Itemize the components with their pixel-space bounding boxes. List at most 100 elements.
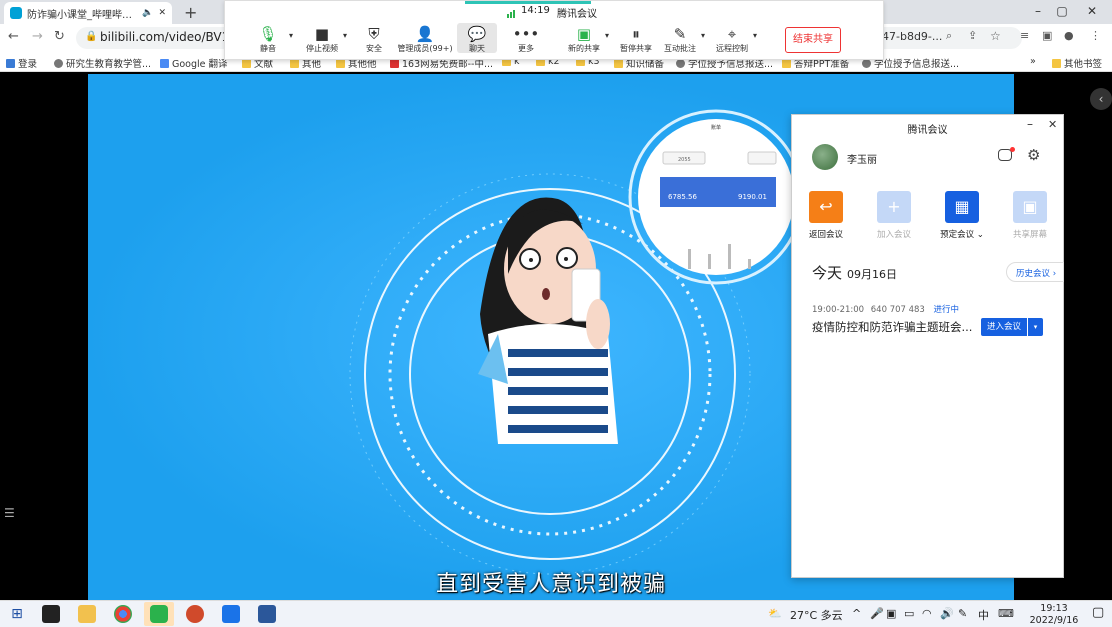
pause-share-icon: ⏸	[632, 25, 640, 43]
video-options-chevron-icon[interactable]: ▾	[343, 31, 347, 40]
keyboard-icon[interactable]: ⌨	[998, 607, 1014, 620]
meeting-status: 进行中	[933, 305, 960, 315]
file-explorer-icon[interactable]	[78, 605, 96, 623]
menu-icon[interactable]: ⋮	[1090, 29, 1101, 42]
shield-icon: ⛨	[368, 25, 380, 43]
bank-amount-1: 6785.56	[668, 193, 697, 201]
share-screen-button[interactable]: ▣	[1013, 191, 1047, 223]
today-label: 今天	[812, 264, 843, 282]
join-meeting-button[interactable]: +	[877, 191, 911, 223]
tencent-meeting-icon[interactable]	[222, 605, 240, 623]
today-date: 09月16日	[847, 268, 897, 281]
globe-icon	[54, 58, 63, 68]
return-arrow-icon: ↩	[819, 197, 833, 216]
bookmark-star-icon[interactable]: ☆	[990, 29, 1001, 43]
schedule-meeting-button[interactable]: ▦	[945, 191, 979, 223]
maximize-button[interactable]: ▢	[1052, 4, 1072, 18]
notification-icon[interactable]: ▢	[1092, 605, 1104, 620]
new-share-button[interactable]: ▣ 新的共享	[561, 25, 607, 54]
word-icon[interactable]	[258, 605, 276, 623]
tab-audio-icon[interactable]: 🔈	[142, 8, 153, 18]
stop-video-button[interactable]: ■ 停止视频	[299, 25, 345, 54]
meeting-time: 14:19	[521, 5, 550, 16]
weather-icon[interactable]: ⛅	[768, 607, 782, 620]
gear-icon[interactable]: ⚙	[1027, 146, 1040, 164]
annotate-options-chevron-icon[interactable]: ▾	[701, 31, 705, 40]
weather-text[interactable]: 27°C 多云	[790, 607, 843, 623]
sticky-notes-icon[interactable]	[42, 605, 60, 623]
more-icon: •••	[512, 25, 540, 43]
url-tail-text: 47-b8d9-...	[882, 30, 943, 43]
start-windows-icon[interactable]: ⊞	[8, 605, 26, 623]
end-share-button[interactable]: 结束共享	[785, 27, 841, 53]
pen-icon[interactable]: ✎	[958, 607, 967, 620]
schedule-meeting-label[interactable]: 预定会议 ⌄	[934, 228, 990, 240]
meeting-list-title[interactable]: 疫情防控和防范诈骗主题班会...	[812, 319, 974, 335]
tray-chevron-icon[interactable]: ^	[852, 607, 861, 620]
translate-icon[interactable]: ⌕	[946, 29, 952, 43]
camera-tray-icon[interactable]: ▣	[886, 607, 896, 620]
reload-icon[interactable]: ↻	[54, 29, 65, 44]
wechat-icon	[150, 605, 168, 623]
avatar[interactable]	[812, 144, 838, 170]
remote-control-button[interactable]: ⌖ 远程控制	[709, 25, 755, 54]
bank-tab-label: 2055	[678, 157, 691, 163]
minimize-button[interactable]: –	[1028, 4, 1048, 18]
manage-members-button[interactable]: 👤 管理成员(99+)	[397, 25, 453, 54]
bookmark-item[interactable]: 登录	[6, 56, 37, 70]
speaker-icon[interactable]: 🔊	[940, 607, 954, 620]
remote-options-chevron-icon[interactable]: ▾	[753, 31, 757, 40]
other-bookmarks[interactable]: 其他书签	[1052, 56, 1102, 70]
panel-close-button[interactable]: ✕	[1048, 118, 1057, 131]
share-icon[interactable]: ⇪	[968, 29, 977, 42]
share-screen-icon: ▣	[576, 25, 592, 43]
reading-list-icon[interactable]: ≡	[1020, 29, 1029, 42]
back-icon[interactable]: ←	[8, 29, 19, 44]
history-meetings-button[interactable]: 历史会议 ›	[1006, 262, 1064, 282]
enter-meeting-chevron-icon[interactable]: ▾	[1028, 318, 1043, 336]
share-options-chevron-icon[interactable]: ▾	[605, 31, 609, 40]
meeting-title: 腾讯会议	[557, 9, 597, 20]
user-name: 李玉丽	[847, 155, 877, 166]
annotate-button[interactable]: ✎ 互动批注	[657, 25, 703, 54]
mute-options-chevron-icon[interactable]: ▾	[289, 31, 293, 40]
chrome-icon[interactable]	[114, 605, 132, 623]
return-meeting-button[interactable]: ↩	[809, 191, 843, 223]
enter-meeting-button[interactable]: 进入会议	[981, 318, 1027, 336]
wifi-icon[interactable]: ◠	[922, 607, 932, 620]
ime-indicator[interactable]: 中	[978, 607, 989, 623]
forward-icon[interactable]: →	[32, 29, 43, 44]
tab-title: 防诈骗小课堂_哔哩哔哩_bilibili	[27, 9, 137, 21]
tencent-meeting-panel: 腾讯会议 – ✕ 李玉丽 ⚙ ↩ 返回会议 + 加入会议 ▦ 预定会议 ⌄ ▣ …	[791, 114, 1064, 578]
wechat-app-slot[interactable]	[144, 602, 174, 626]
security-button[interactable]: ⛨ 安全	[351, 25, 397, 54]
tab-close-icon[interactable]: ✕	[158, 8, 166, 18]
battery-icon[interactable]: ▭	[904, 607, 914, 620]
powerpoint-icon[interactable]	[186, 605, 204, 623]
chat-button[interactable]: 💬 聊天	[457, 23, 497, 53]
annotate-icon: ✎	[673, 25, 687, 43]
chat-icon: 💬	[467, 25, 487, 43]
bookmark-item[interactable]: 研究生教育教学管...	[54, 56, 151, 70]
remote-control-icon: ⌖	[727, 25, 737, 43]
translate-icon	[160, 58, 169, 68]
share-screen-label: 共享屏幕	[1012, 230, 1047, 240]
browser-tab[interactable]: 防诈骗小课堂_哔哩哔哩_bilibili 🔈 ✕	[4, 2, 172, 24]
new-tab-button[interactable]: +	[184, 3, 197, 22]
mute-button[interactable]: 🎙 静音	[245, 25, 291, 54]
list-icon[interactable]: ☰	[4, 506, 15, 520]
system-clock[interactable]: 19:13 2022/9/16	[1024, 603, 1084, 627]
side-panel-icon[interactable]: ▣	[1042, 29, 1052, 42]
clock-date: 2022/9/16	[1029, 615, 1079, 626]
bookmarks-overflow[interactable]: »	[1030, 56, 1036, 67]
pause-share-button[interactable]: ⏸ 暂停共享	[613, 25, 659, 54]
more-button[interactable]: ••• 更多	[503, 25, 549, 54]
clock-time: 19:13	[1040, 603, 1068, 614]
collapse-icon[interactable]: ‹	[1090, 88, 1112, 110]
bookmark-icon	[6, 58, 15, 68]
close-window-button[interactable]: ✕	[1082, 4, 1102, 18]
panel-minimize-button[interactable]: –	[1027, 117, 1033, 131]
profile-icon[interactable]: ●	[1064, 29, 1074, 42]
bookmark-item[interactable]: Google 翻译	[160, 56, 228, 70]
microphone-icon[interactable]: 🎤	[870, 607, 884, 620]
